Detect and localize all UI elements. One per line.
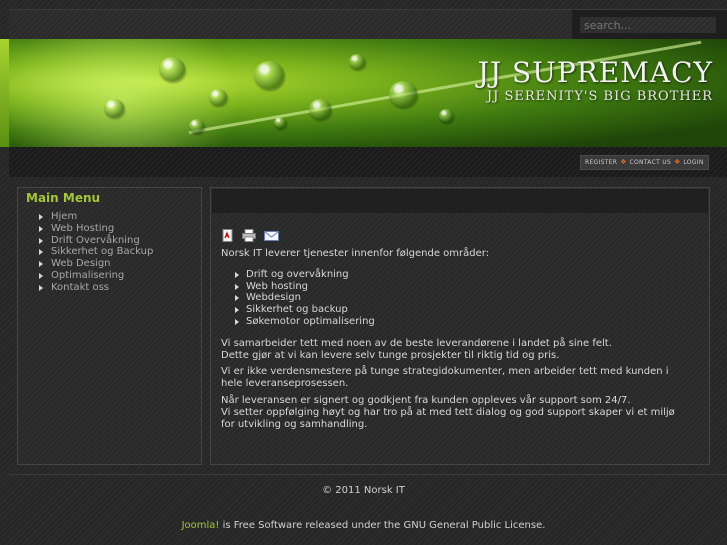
email-icon[interactable] bbox=[264, 227, 280, 246]
paragraph: Når leveransen er signert og godkjent fr… bbox=[221, 394, 631, 406]
service-label: Drift og overvåkning bbox=[246, 268, 349, 280]
print-icon[interactable] bbox=[242, 227, 257, 246]
service-label: Webdesign bbox=[246, 292, 301, 304]
menu-item-drift-overvakning[interactable]: Drift Overvåkning bbox=[39, 235, 153, 247]
services-list: Drift og overvåkning Web hosting Webdesi… bbox=[221, 269, 691, 328]
contact-us-link[interactable]: Contact us bbox=[630, 159, 672, 166]
service-label: Sikkerhet og backup bbox=[246, 304, 348, 316]
site-subtitle: JJ SERENITY'S BIG BROTHER bbox=[486, 89, 713, 104]
menu-item-label: Drift Overvåkning bbox=[51, 234, 140, 246]
top-bar bbox=[9, 9, 727, 40]
nav-bar: Register ❖ Contact us ❖ Login bbox=[9, 147, 727, 177]
paragraph: Vi er ikke verdensmestere på tunge strat… bbox=[221, 366, 669, 390]
content-panel: Norsk IT leverer tjenester innenfor følg… bbox=[210, 187, 710, 465]
bullet-icon bbox=[39, 261, 43, 268]
menu-item-kontakt-oss[interactable]: Kontakt oss bbox=[39, 282, 153, 294]
water-drop bbox=[439, 109, 453, 122]
separator-icon: ❖ bbox=[620, 158, 627, 166]
main-menu-title: Main Menu bbox=[26, 191, 101, 205]
water-drop bbox=[349, 54, 365, 69]
menu-item-label: Web Design bbox=[51, 258, 111, 270]
paragraph: Vi samarbeider tett med noen av de beste… bbox=[221, 337, 612, 349]
menu-item-label: Kontakt oss bbox=[51, 281, 109, 293]
main-menu-panel: Main Menu Hjem Web Hosting Drift Overvåk… bbox=[17, 187, 202, 465]
service-label: Søkemotor optimalisering bbox=[246, 315, 375, 327]
bullet-icon bbox=[39, 284, 43, 291]
paragraph: Dette gjør at vi kan levere selv tunge p… bbox=[221, 349, 560, 361]
content-header bbox=[212, 189, 708, 213]
bullet-icon bbox=[235, 307, 239, 314]
footer-license: Joomla! is Free Software released under … bbox=[0, 520, 727, 531]
paragraph: Vi setter oppfølging høyt og har tro på … bbox=[221, 406, 675, 430]
service-label: Web hosting bbox=[246, 280, 309, 292]
water-drop bbox=[254, 61, 284, 89]
menu-item-optimalisering[interactable]: Optimalisering bbox=[39, 270, 153, 282]
menu-item-web-design[interactable]: Web Design bbox=[39, 258, 153, 270]
menu-item-label: Optimalisering bbox=[51, 269, 125, 281]
article-intro: Norsk IT leverer tjenester innenfor følg… bbox=[221, 248, 490, 259]
water-drop bbox=[189, 119, 204, 133]
service-item: Webdesign bbox=[235, 292, 691, 304]
separator-icon: ❖ bbox=[674, 158, 681, 166]
site-title: JJ SUPREMACY bbox=[477, 56, 713, 89]
bullet-icon bbox=[39, 249, 43, 256]
bullet-icon bbox=[235, 271, 239, 278]
article-icons bbox=[222, 227, 282, 242]
menu-item-label: Web Hosting bbox=[51, 222, 115, 234]
pdf-icon[interactable] bbox=[222, 227, 234, 246]
menu-item-label: Hjem bbox=[51, 211, 78, 222]
service-item: Drift og overvåkning bbox=[235, 269, 691, 281]
banner-edge bbox=[0, 39, 9, 147]
main-menu-list: Hjem Web Hosting Drift Overvåkning Sikke… bbox=[39, 211, 153, 294]
bullet-icon bbox=[39, 214, 43, 220]
register-link[interactable]: Register bbox=[585, 159, 617, 166]
bullet-icon bbox=[235, 318, 239, 325]
joomla-link[interactable]: Joomla! bbox=[182, 520, 220, 531]
menu-item-web-hosting[interactable]: Web Hosting bbox=[39, 223, 153, 235]
bullet-icon bbox=[39, 272, 43, 279]
service-item: Sikkerhet og backup bbox=[235, 304, 691, 316]
header-banner: JJ SUPREMACY JJ SERENITY'S BIG BROTHER bbox=[9, 39, 727, 147]
water-drop bbox=[209, 89, 227, 105]
service-item: Web hosting bbox=[235, 281, 691, 293]
top-links: Register ❖ Contact us ❖ Login bbox=[580, 155, 709, 170]
service-item: Søkemotor optimalisering bbox=[235, 316, 691, 328]
water-drop bbox=[159, 57, 185, 81]
article-body: Norsk IT leverer tjenester innenfor følg… bbox=[221, 248, 691, 430]
search-input[interactable] bbox=[580, 17, 716, 33]
water-drop bbox=[389, 81, 417, 107]
menu-item-sikkerhet-og-backup[interactable]: Sikkerhet og Backup bbox=[39, 246, 153, 258]
menu-item-label: Sikkerhet og Backup bbox=[51, 246, 154, 258]
bullet-icon bbox=[235, 295, 239, 302]
login-link[interactable]: Login bbox=[683, 159, 703, 166]
license-text: is Free Software released under the GNU … bbox=[219, 520, 546, 531]
menu-item-hjem[interactable]: Hjem bbox=[39, 211, 153, 223]
bullet-icon bbox=[39, 237, 43, 244]
water-drop bbox=[104, 99, 124, 117]
footer-copyright: © 2011 Norsk IT bbox=[322, 485, 405, 496]
footer-divider bbox=[9, 474, 727, 475]
water-drop bbox=[274, 117, 286, 128]
search-box bbox=[572, 10, 727, 40]
bullet-icon bbox=[39, 225, 43, 232]
bullet-icon bbox=[235, 283, 239, 290]
water-drop bbox=[309, 99, 331, 119]
